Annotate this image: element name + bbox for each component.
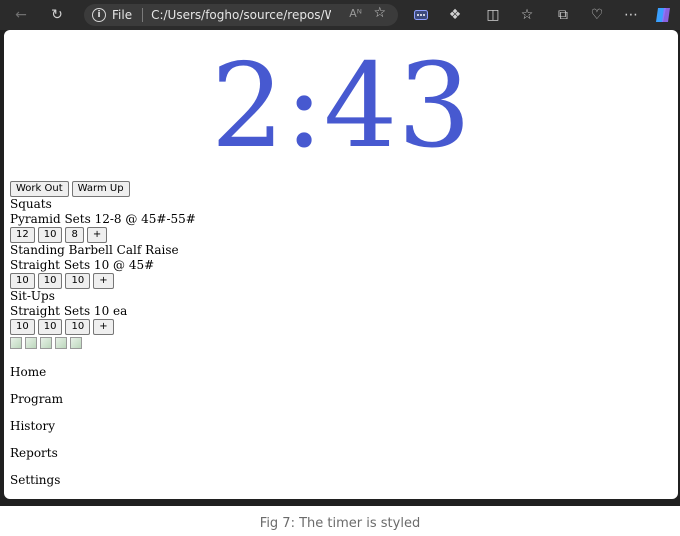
workout-content: Work Out Warm Up Squats Pyramid Sets 12-… bbox=[10, 181, 670, 499]
exercise-scheme: Straight Sets 10 ea bbox=[10, 304, 128, 318]
nav-history[interactable]: History bbox=[10, 419, 670, 446]
warm-up-button[interactable]: Warm Up bbox=[71, 181, 130, 197]
address-divider bbox=[142, 8, 144, 22]
health-icon[interactable]: ♡ bbox=[586, 4, 608, 26]
work-out-button[interactable]: Work Out bbox=[10, 181, 69, 197]
back-icon[interactable]: ← bbox=[10, 4, 32, 26]
broken-image-icon[interactable] bbox=[55, 337, 67, 349]
exercise-name: Squats bbox=[10, 197, 52, 211]
set-button[interactable]: 10 bbox=[37, 319, 63, 335]
set-button[interactable]: 10 bbox=[65, 273, 91, 289]
more-icon[interactable]: ⋯ bbox=[620, 4, 642, 26]
refresh-icon[interactable]: ↻ bbox=[46, 4, 68, 26]
page-viewport: 2:43 Work Out Warm Up Squats Pyramid Set… bbox=[4, 30, 678, 499]
browser-window: ← ↻ i File C:/Users/fogho/source/repos/W… bbox=[0, 0, 680, 506]
exercise-scheme: Straight Sets 10 @ 45# bbox=[10, 258, 155, 272]
nav-home[interactable]: Home bbox=[10, 365, 670, 392]
set-buttons: 12 10 8 + bbox=[10, 227, 670, 243]
add-set-button[interactable]: + bbox=[93, 273, 114, 289]
exercise-sit-ups: Sit-Ups Straight Sets 10 ea 10 10 10 + bbox=[10, 289, 670, 335]
exercise-calf-raise: Standing Barbell Calf Raise Straight Set… bbox=[10, 243, 670, 289]
set-button[interactable]: 10 bbox=[10, 273, 35, 289]
info-icon[interactable]: i bbox=[92, 8, 106, 22]
nav-program[interactable]: Program bbox=[10, 392, 670, 419]
favorites-icon[interactable]: ☆ bbox=[516, 4, 538, 26]
add-set-button[interactable]: + bbox=[93, 319, 114, 335]
set-button[interactable]: 10 bbox=[37, 273, 63, 289]
nav-menu: Home Program History Reports Settings bbox=[10, 365, 670, 499]
collections-icon[interactable]: ⧉ bbox=[552, 4, 574, 26]
browser-toolbar: ← ↻ i File C:/Users/fogho/source/repos/W… bbox=[0, 0, 680, 30]
split-screen-icon[interactable]: ◫ bbox=[482, 4, 504, 26]
set-button[interactable]: 10 bbox=[37, 227, 63, 243]
nav-reports[interactable]: Reports bbox=[10, 446, 670, 473]
file-label: File bbox=[112, 8, 133, 22]
set-button[interactable]: 10 bbox=[10, 319, 35, 335]
exercise-name: Standing Barbell Calf Raise bbox=[10, 243, 179, 257]
broken-image-row bbox=[10, 337, 670, 349]
set-button[interactable]: 10 bbox=[65, 319, 91, 335]
broken-image-icon[interactable] bbox=[10, 337, 22, 349]
set-button[interactable]: 8 bbox=[65, 227, 84, 243]
url-text[interactable]: C:/Users/fogho/source/repos/Work... bbox=[151, 8, 331, 22]
set-buttons: 10 10 10 + bbox=[10, 319, 670, 335]
copilot-icon[interactable] bbox=[652, 4, 674, 26]
broken-image-icon[interactable] bbox=[40, 337, 52, 349]
exercise-name: Sit-Ups bbox=[10, 289, 55, 303]
nav-settings[interactable]: Settings bbox=[10, 473, 670, 499]
set-buttons: 10 10 10 + bbox=[10, 273, 670, 289]
puzzle-icon[interactable]: ❖ bbox=[444, 4, 466, 26]
exercise-scheme: Pyramid Sets 12-8 @ 45#-55# bbox=[10, 212, 196, 226]
address-bar[interactable]: i File C:/Users/fogho/source/repos/Work.… bbox=[84, 4, 398, 26]
read-aloud-icon[interactable]: Aᴺ bbox=[349, 7, 362, 20]
favorite-star-icon[interactable]: ☆ bbox=[373, 5, 386, 21]
figure-caption: Fig 7: The timer is styled bbox=[259, 516, 421, 531]
mode-buttons: Work Out Warm Up bbox=[10, 181, 670, 197]
broken-image-icon[interactable] bbox=[70, 337, 82, 349]
exercise-squats: Squats Pyramid Sets 12-8 @ 45#-55# 12 10… bbox=[10, 197, 670, 243]
add-set-button[interactable]: + bbox=[86, 227, 108, 243]
set-button[interactable]: 12 bbox=[10, 227, 35, 243]
broken-image-icon[interactable] bbox=[25, 337, 37, 349]
timer-display: 2:43 bbox=[210, 39, 472, 174]
extensions-icon[interactable] bbox=[410, 4, 432, 26]
